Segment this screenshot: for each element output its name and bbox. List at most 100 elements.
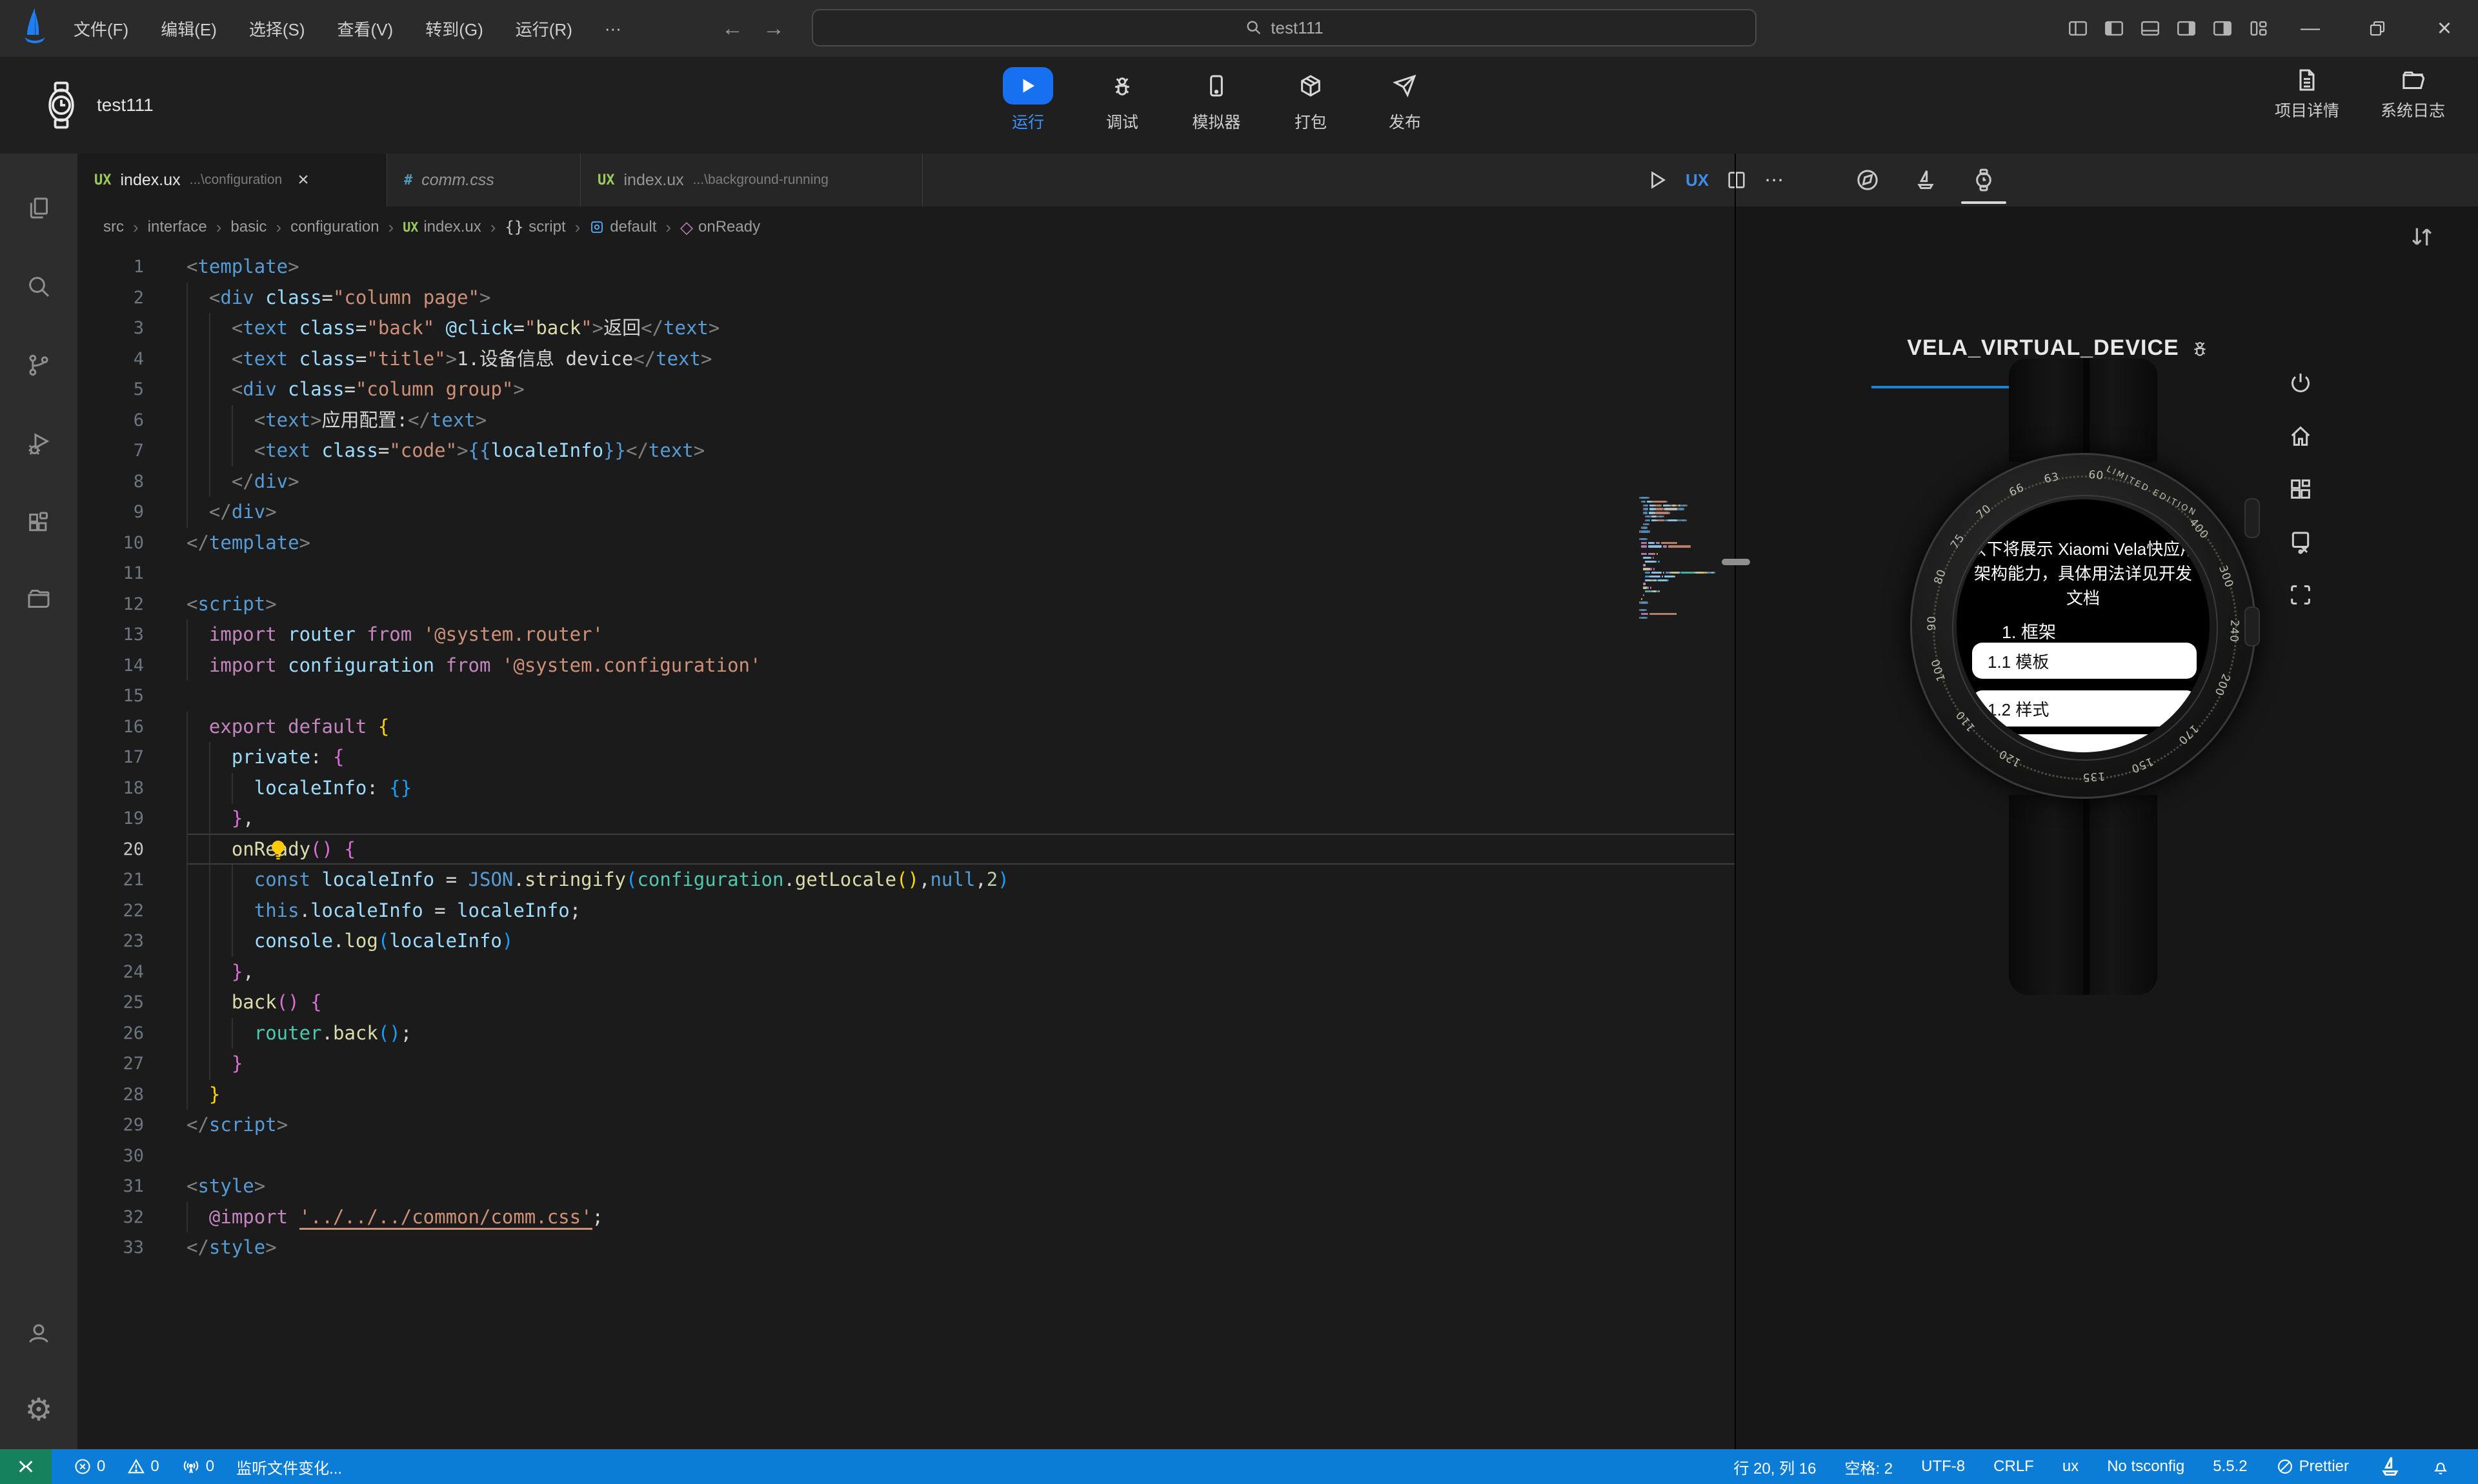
- close-tab-icon[interactable]: ×: [297, 169, 309, 191]
- breadcrumb-index.ux[interactable]: UXindex.ux: [403, 218, 481, 236]
- statusbar-notifications[interactable]: [2432, 1458, 2450, 1476]
- code-line-30[interactable]: 30: [77, 1141, 1735, 1172]
- run-file-icon[interactable]: [1646, 168, 1669, 192]
- breadcrumb-src[interactable]: src: [103, 218, 124, 236]
- activitybar-account-icon[interactable]: [21, 1315, 57, 1351]
- code-line-5[interactable]: 5<div class="column group">: [77, 374, 1735, 405]
- lightbulb-icon[interactable]: [267, 839, 289, 861]
- code-line-17[interactable]: 17private: {: [77, 742, 1735, 773]
- close-window-button[interactable]: ×: [2411, 0, 2478, 57]
- more-actions-icon[interactable]: ⋯: [1764, 169, 1785, 192]
- publish-button[interactable]: 发布: [1358, 63, 1452, 133]
- device-grid-icon[interactable]: [2286, 475, 2315, 503]
- activitybar-extensions-icon[interactable]: [21, 505, 57, 541]
- ux-preview-button[interactable]: UX: [1686, 170, 1709, 190]
- code-line-14[interactable]: 14import configuration from '@system.con…: [77, 650, 1735, 681]
- statusbar-cursor-position[interactable]: 行 20, 列 16: [1733, 1456, 1816, 1478]
- menu-g[interactable]: 转到(G): [414, 10, 495, 47]
- breadcrumb-default[interactable]: default: [589, 218, 656, 236]
- layout-panel-bottom-icon[interactable]: [2132, 0, 2168, 57]
- device-power-icon[interactable]: [2286, 369, 2315, 397]
- tab-index.ux-background-running[interactable]: UXindex.ux...\background-running: [581, 154, 923, 206]
- breadcrumb-basic[interactable]: basic: [230, 218, 267, 236]
- debug-button[interactable]: 调试: [1075, 63, 1169, 133]
- code-line-16[interactable]: 16export default {: [77, 712, 1735, 743]
- code-line-7[interactable]: 7<text class="code">{{localeInfo}}</text…: [77, 436, 1735, 466]
- restore-window-button[interactable]: [2344, 0, 2411, 57]
- code-line-21[interactable]: 21const localeInfo = JSON.stringify(conf…: [77, 865, 1735, 896]
- watch-screen[interactable]: 以下将展示 Xiaomi Vela快应用架构能力，具体用法详见开发文档 1. 框…: [1957, 499, 2210, 752]
- device-view-sailboat-icon[interactable]: [1907, 154, 1944, 206]
- system-log-button[interactable]: 系统日志: [2364, 63, 2461, 121]
- package-button[interactable]: 打包: [1264, 63, 1358, 133]
- statusbar-ports[interactable]: 0: [181, 1457, 214, 1476]
- activitybar-project-folder-icon[interactable]: [21, 581, 57, 617]
- menu-v[interactable]: 查看(V): [326, 10, 405, 47]
- device-cut-screen-icon[interactable]: [2286, 528, 2315, 556]
- statusbar-watch-message[interactable]: 监听文件变化...: [236, 1456, 342, 1478]
- breadcrumb-onReady[interactable]: ◇onReady: [680, 217, 760, 237]
- menu-r[interactable]: 运行(R): [504, 10, 584, 47]
- layout-custom-icon[interactable]: [2241, 0, 2277, 57]
- activitybar-source-control-icon[interactable]: [21, 347, 57, 383]
- project-details-button[interactable]: 项目详情: [2259, 63, 2355, 121]
- menu-e[interactable]: 编辑(E): [149, 10, 228, 47]
- menu-s[interactable]: 选择(S): [237, 10, 317, 47]
- code-line-2[interactable]: 2<div class="column page">: [77, 283, 1735, 314]
- layout-sidebar-left-filled-icon[interactable]: [2096, 0, 2132, 57]
- device-home-icon[interactable]: [2286, 422, 2315, 450]
- code-line-10[interactable]: 10</template>: [77, 528, 1735, 559]
- statusbar-indentation[interactable]: 空格: 2: [1844, 1456, 1893, 1478]
- code-line-18[interactable]: 18localeInfo: {}: [77, 773, 1735, 804]
- code-line-4[interactable]: 4<text class="title">1.设备信息 device</text…: [77, 344, 1735, 375]
- code-line-33[interactable]: 33</style>: [77, 1232, 1735, 1263]
- code-line-20[interactable]: 20onReady() {: [77, 834, 1735, 865]
- simulator-button[interactable]: 模拟器: [1169, 63, 1264, 133]
- activitybar-gear-icon[interactable]: ⚙: [21, 1392, 57, 1429]
- code-line-28[interactable]: 28}: [77, 1079, 1735, 1110]
- watch-button-2[interactable]: 1.2 样式: [1972, 690, 2197, 727]
- code-line-3[interactable]: 3<text class="back" @click="back">返回</te…: [77, 313, 1735, 344]
- layout-sidebar-right-filled-icon[interactable]: [2168, 0, 2204, 57]
- code-line-6[interactable]: 6<text>应用配置:</text>: [77, 405, 1735, 436]
- statusbar-eol[interactable]: CRLF: [1993, 1458, 2034, 1476]
- code-line-15[interactable]: 15: [77, 681, 1735, 712]
- code-line-22[interactable]: 22this.localeInfo = localeInfo;: [77, 896, 1735, 927]
- statusbar-encoding[interactable]: UTF-8: [1921, 1458, 1965, 1476]
- code-line-13[interactable]: 13import router from '@system.router': [77, 619, 1735, 650]
- code-line-1[interactable]: 1<template>: [77, 252, 1735, 283]
- menu-f[interactable]: 文件(F): [62, 10, 140, 47]
- splitter-handle[interactable]: [1722, 559, 1750, 565]
- code-line-29[interactable]: 29</script>: [77, 1110, 1735, 1141]
- code-line-31[interactable]: 31<style>: [77, 1171, 1735, 1202]
- tab-index.ux-configuration[interactable]: UXindex.ux...\configuration×: [77, 154, 387, 206]
- statusbar-prettier[interactable]: Prettier: [2276, 1458, 2349, 1476]
- code-line-9[interactable]: 9</div>: [77, 497, 1735, 528]
- split-editor-icon[interactable]: [1726, 169, 1748, 191]
- command-search-box[interactable]: test111: [812, 9, 1757, 46]
- activitybar-debug-alt-icon[interactable]: [21, 426, 57, 462]
- device-view-compass-icon[interactable]: [1849, 154, 1886, 206]
- activitybar-search-icon[interactable]: [21, 268, 57, 305]
- code-editor[interactable]: 1<template>2<div class="column page">3<t…: [77, 248, 1735, 1449]
- nav-forward-button[interactable]: →: [763, 16, 785, 41]
- code-line-25[interactable]: 25back() {: [77, 987, 1735, 1018]
- breadcrumb-script[interactable]: {}script: [505, 218, 565, 236]
- statusbar-errors[interactable]: 0: [74, 1458, 105, 1476]
- breadcrumb-interface[interactable]: interface: [148, 218, 207, 236]
- breadcrumb-configuration[interactable]: configuration: [290, 218, 379, 236]
- code-line-19[interactable]: 19},: [77, 803, 1735, 834]
- code-line-26[interactable]: 26router.back();: [77, 1018, 1735, 1049]
- statusbar-tsconfig[interactable]: No tsconfig: [2107, 1458, 2184, 1476]
- tab-comm.css[interactable]: #comm.css: [387, 154, 581, 206]
- statusbar-warnings[interactable]: 0: [127, 1458, 159, 1476]
- device-view-watch-icon[interactable]: [1965, 154, 2002, 206]
- remote-indicator[interactable]: [0, 1449, 52, 1484]
- code-line-11[interactable]: 11: [77, 558, 1735, 589]
- code-line-27[interactable]: 27}: [77, 1048, 1735, 1079]
- code-line-12[interactable]: 12<script>: [77, 589, 1735, 620]
- code-line-8[interactable]: 8</div>: [77, 466, 1735, 497]
- code-line-24[interactable]: 24},: [77, 957, 1735, 988]
- nav-back-button[interactable]: ←: [721, 16, 743, 41]
- watch-button-3[interactable]: 1.3 脚本: [1972, 734, 2197, 752]
